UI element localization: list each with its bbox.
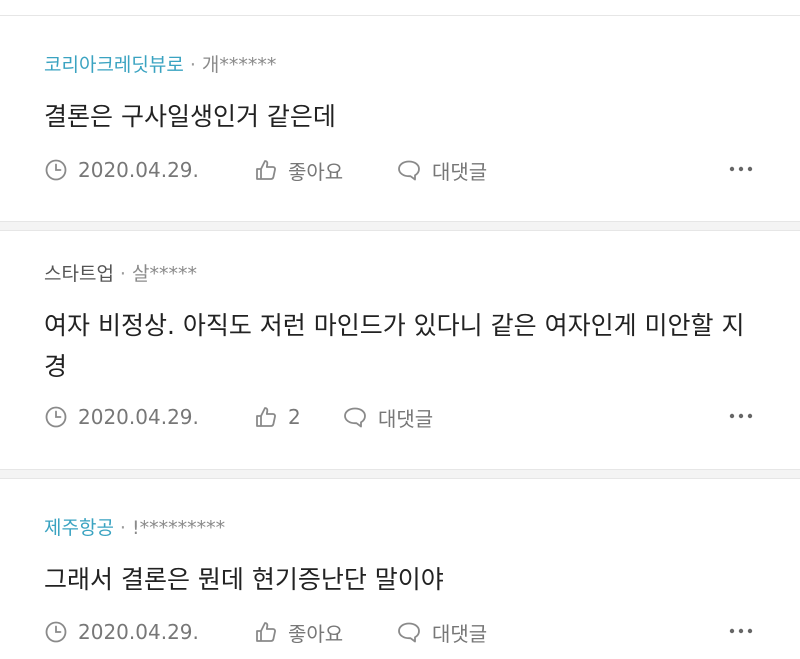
thumbs-up-icon [256,160,276,180]
more-options-button[interactable] [728,621,754,646]
comment-author: 스타트업 · 살***** [44,259,197,286]
meta-separator: · [119,517,126,539]
date-text: 2020.04.29. [78,158,199,182]
comment-date: 2020.04.29. [44,402,199,432]
meta-separator: · [119,263,126,285]
like-button[interactable]: 좋아요 [254,155,343,185]
comment-actions: 2020.04.29. 2 대댓글 [44,402,756,432]
more-icon [729,413,753,419]
thumbs-up-icon [256,407,276,427]
comment-item: 스타트업 · 살***** 여자 비정상. 아직도 저런 마인드가 있다니 같은 여… [0,231,800,469]
author-nickname: !********* [131,517,226,539]
comment-date: 2020.04.29. [44,155,199,185]
thumbs-up-icon [256,622,276,642]
more-icon [729,628,753,634]
like-label: 좋아요 [288,159,344,184]
meta-separator: · [189,54,196,76]
date-text: 2020.04.29. [78,405,199,429]
comment-divider [0,221,800,231]
comment-date: 2020.04.29. [44,617,199,647]
comment-actions: 2020.04.29. 좋아요 대댓글 [44,617,756,647]
comment-text: 그래서 결론은 뭔데 현기증난단 말이야 [44,565,444,594]
clock-icon [45,159,67,181]
reply-button[interactable]: 대댓글 [396,617,487,647]
clock-icon [45,621,67,643]
like-button[interactable]: 2 [254,402,301,432]
author-company[interactable]: 제주항공 [44,517,114,539]
top-divider [0,0,800,16]
comment-author: 코리아크레딧뷰로 · 개****** [44,50,276,77]
reply-label: 대댓글 [432,621,488,646]
reply-label: 대댓글 [432,159,488,184]
reply-button[interactable]: 대댓글 [342,402,433,432]
speech-bubble-icon [398,622,420,643]
author-company[interactable]: 스타트업 [44,263,114,285]
speech-bubble-icon [398,160,420,181]
reply-button[interactable]: 대댓글 [396,155,487,185]
comment-text: 여자 비정상. 아직도 저런 마인드가 있다니 같은 여자인게 미안할 지경 [44,311,745,381]
like-label: 좋아요 [288,621,344,646]
more-options-button[interactable] [728,159,754,184]
comment-item: 코리아크레딧뷰로 · 개****** 결론은 구사일생인거 같은데 2020.04.… [0,16,800,221]
comment-author: 제주항공 · !********* [44,513,225,540]
comment-item: 제주항공 · !********* 그래서 결론은 뭔데 현기증난단 말이야 202… [0,479,800,659]
reply-label: 대댓글 [378,406,434,431]
like-count: 2 [288,405,301,429]
comment-actions: 2020.04.29. 좋아요 대댓글 [44,155,756,185]
comment-text: 결론은 구사일생인거 같은데 [44,102,336,131]
clock-icon [45,406,67,428]
author-nickname: 살***** [131,263,197,285]
author-nickname: 개****** [201,54,277,76]
speech-bubble-icon [344,407,366,428]
author-company[interactable]: 코리아크레딧뷰로 [44,54,184,76]
more-options-button[interactable] [728,406,754,431]
date-text: 2020.04.29. [78,620,199,644]
like-button[interactable]: 좋아요 [254,617,343,647]
more-icon [729,166,753,172]
comment-divider [0,469,800,479]
